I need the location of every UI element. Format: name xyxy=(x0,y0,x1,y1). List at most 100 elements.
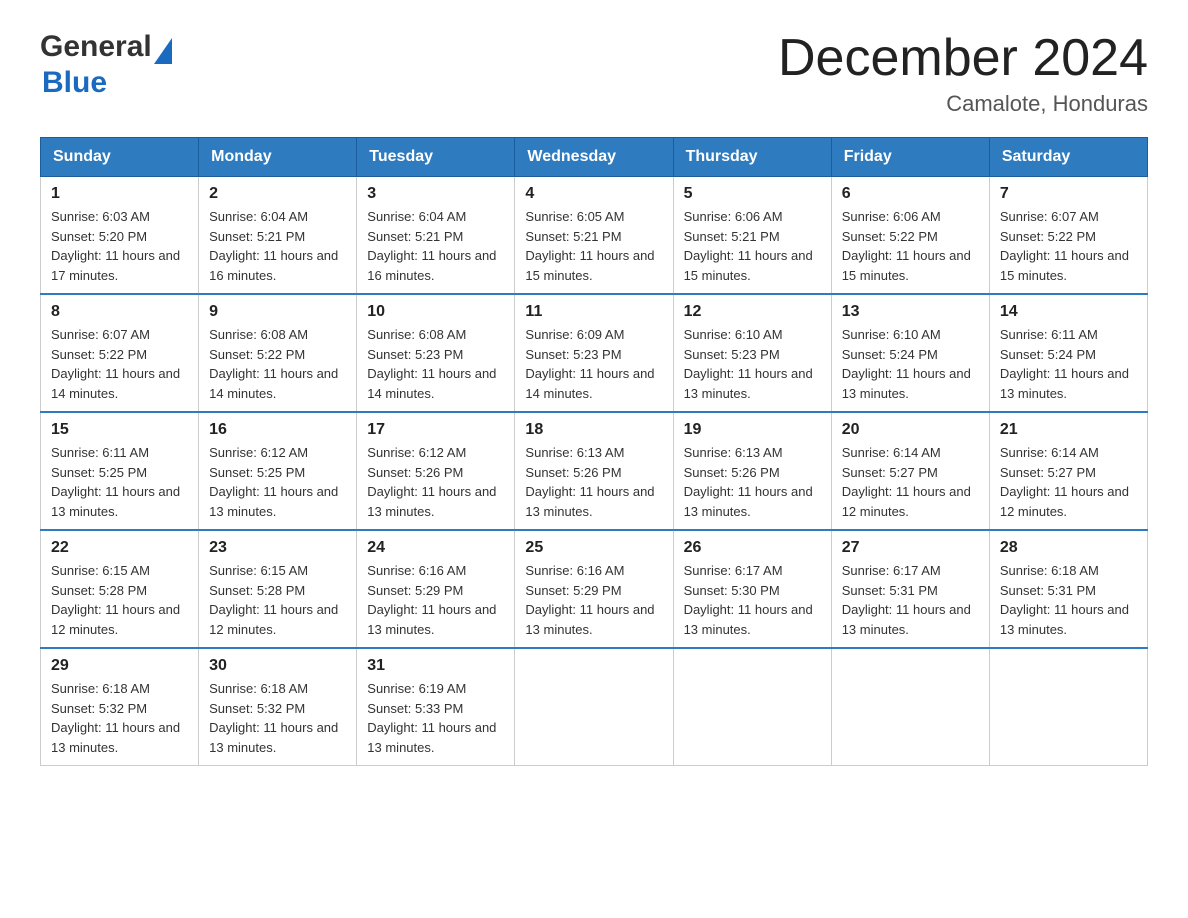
day-number: 31 xyxy=(367,657,504,675)
calendar-day-cell: 18 Sunrise: 6:13 AMSunset: 5:26 PMDaylig… xyxy=(515,412,673,530)
day-number: 13 xyxy=(842,303,979,321)
day-info: Sunrise: 6:05 AMSunset: 5:21 PMDaylight:… xyxy=(525,209,654,283)
day-info: Sunrise: 6:06 AMSunset: 5:22 PMDaylight:… xyxy=(842,209,971,283)
calendar-week-row: 15 Sunrise: 6:11 AMSunset: 5:25 PMDaylig… xyxy=(41,412,1148,530)
day-number: 3 xyxy=(367,185,504,203)
day-info: Sunrise: 6:17 AMSunset: 5:30 PMDaylight:… xyxy=(684,563,813,637)
day-info: Sunrise: 6:18 AMSunset: 5:31 PMDaylight:… xyxy=(1000,563,1129,637)
calendar-day-cell: 27 Sunrise: 6:17 AMSunset: 5:31 PMDaylig… xyxy=(831,530,989,648)
day-number: 5 xyxy=(684,185,821,203)
calendar-day-cell: 24 Sunrise: 6:16 AMSunset: 5:29 PMDaylig… xyxy=(357,530,515,648)
calendar-day-cell: 11 Sunrise: 6:09 AMSunset: 5:23 PMDaylig… xyxy=(515,294,673,412)
day-number: 24 xyxy=(367,539,504,557)
day-info: Sunrise: 6:18 AMSunset: 5:32 PMDaylight:… xyxy=(209,681,338,755)
calendar-day-cell: 6 Sunrise: 6:06 AMSunset: 5:22 PMDayligh… xyxy=(831,177,989,295)
calendar-day-cell: 15 Sunrise: 6:11 AMSunset: 5:25 PMDaylig… xyxy=(41,412,199,530)
day-number: 23 xyxy=(209,539,346,557)
calendar-day-cell: 30 Sunrise: 6:18 AMSunset: 5:32 PMDaylig… xyxy=(199,648,357,766)
day-info: Sunrise: 6:14 AMSunset: 5:27 PMDaylight:… xyxy=(1000,445,1129,519)
calendar-day-cell: 25 Sunrise: 6:16 AMSunset: 5:29 PMDaylig… xyxy=(515,530,673,648)
day-info: Sunrise: 6:13 AMSunset: 5:26 PMDaylight:… xyxy=(684,445,813,519)
weekday-header-thursday: Thursday xyxy=(673,138,831,177)
day-number: 16 xyxy=(209,421,346,439)
day-number: 30 xyxy=(209,657,346,675)
calendar-day-cell: 16 Sunrise: 6:12 AMSunset: 5:25 PMDaylig… xyxy=(199,412,357,530)
calendar-week-row: 1 Sunrise: 6:03 AMSunset: 5:20 PMDayligh… xyxy=(41,177,1148,295)
day-number: 14 xyxy=(1000,303,1137,321)
calendar-day-cell: 5 Sunrise: 6:06 AMSunset: 5:21 PMDayligh… xyxy=(673,177,831,295)
logo-general-text: General xyxy=(40,30,152,63)
day-number: 28 xyxy=(1000,539,1137,557)
day-number: 1 xyxy=(51,185,188,203)
day-number: 19 xyxy=(684,421,821,439)
calendar-day-cell: 19 Sunrise: 6:13 AMSunset: 5:26 PMDaylig… xyxy=(673,412,831,530)
calendar-week-row: 29 Sunrise: 6:18 AMSunset: 5:32 PMDaylig… xyxy=(41,648,1148,766)
day-number: 27 xyxy=(842,539,979,557)
calendar-day-cell: 2 Sunrise: 6:04 AMSunset: 5:21 PMDayligh… xyxy=(199,177,357,295)
calendar-day-cell: 14 Sunrise: 6:11 AMSunset: 5:24 PMDaylig… xyxy=(989,294,1147,412)
calendar-header-row: SundayMondayTuesdayWednesdayThursdayFrid… xyxy=(41,138,1148,177)
day-info: Sunrise: 6:04 AMSunset: 5:21 PMDaylight:… xyxy=(209,209,338,283)
calendar-day-cell: 1 Sunrise: 6:03 AMSunset: 5:20 PMDayligh… xyxy=(41,177,199,295)
calendar-day-cell xyxy=(673,648,831,766)
calendar-day-cell: 20 Sunrise: 6:14 AMSunset: 5:27 PMDaylig… xyxy=(831,412,989,530)
day-number: 26 xyxy=(684,539,821,557)
calendar-day-cell: 12 Sunrise: 6:10 AMSunset: 5:23 PMDaylig… xyxy=(673,294,831,412)
calendar-day-cell: 17 Sunrise: 6:12 AMSunset: 5:26 PMDaylig… xyxy=(357,412,515,530)
day-info: Sunrise: 6:15 AMSunset: 5:28 PMDaylight:… xyxy=(209,563,338,637)
day-info: Sunrise: 6:08 AMSunset: 5:23 PMDaylight:… xyxy=(367,327,496,401)
day-number: 11 xyxy=(525,303,662,321)
calendar-day-cell xyxy=(831,648,989,766)
calendar-title: December 2024 xyxy=(778,30,1148,87)
weekday-header-friday: Friday xyxy=(831,138,989,177)
day-number: 15 xyxy=(51,421,188,439)
calendar-subtitle: Camalote, Honduras xyxy=(778,91,1148,117)
calendar-day-cell: 4 Sunrise: 6:05 AMSunset: 5:21 PMDayligh… xyxy=(515,177,673,295)
calendar-day-cell: 9 Sunrise: 6:08 AMSunset: 5:22 PMDayligh… xyxy=(199,294,357,412)
title-section: December 2024 Camalote, Honduras xyxy=(778,30,1148,117)
calendar-day-cell: 31 Sunrise: 6:19 AMSunset: 5:33 PMDaylig… xyxy=(357,648,515,766)
weekday-header-sunday: Sunday xyxy=(41,138,199,177)
calendar-week-row: 8 Sunrise: 6:07 AMSunset: 5:22 PMDayligh… xyxy=(41,294,1148,412)
day-number: 8 xyxy=(51,303,188,321)
day-info: Sunrise: 6:16 AMSunset: 5:29 PMDaylight:… xyxy=(367,563,496,637)
day-number: 2 xyxy=(209,185,346,203)
weekday-header-monday: Monday xyxy=(199,138,357,177)
calendar-day-cell: 13 Sunrise: 6:10 AMSunset: 5:24 PMDaylig… xyxy=(831,294,989,412)
day-number: 22 xyxy=(51,539,188,557)
day-info: Sunrise: 6:03 AMSunset: 5:20 PMDaylight:… xyxy=(51,209,180,283)
day-info: Sunrise: 6:07 AMSunset: 5:22 PMDaylight:… xyxy=(51,327,180,401)
weekday-header-tuesday: Tuesday xyxy=(357,138,515,177)
calendar-day-cell xyxy=(989,648,1147,766)
day-info: Sunrise: 6:14 AMSunset: 5:27 PMDaylight:… xyxy=(842,445,971,519)
day-info: Sunrise: 6:11 AMSunset: 5:24 PMDaylight:… xyxy=(1000,327,1129,401)
day-number: 10 xyxy=(367,303,504,321)
day-number: 7 xyxy=(1000,185,1137,203)
logo-triangle-icon xyxy=(154,38,172,64)
day-number: 21 xyxy=(1000,421,1137,439)
day-info: Sunrise: 6:08 AMSunset: 5:22 PMDaylight:… xyxy=(209,327,338,401)
day-info: Sunrise: 6:07 AMSunset: 5:22 PMDaylight:… xyxy=(1000,209,1129,283)
day-number: 20 xyxy=(842,421,979,439)
day-info: Sunrise: 6:12 AMSunset: 5:25 PMDaylight:… xyxy=(209,445,338,519)
day-number: 12 xyxy=(684,303,821,321)
day-number: 9 xyxy=(209,303,346,321)
day-number: 29 xyxy=(51,657,188,675)
day-info: Sunrise: 6:10 AMSunset: 5:24 PMDaylight:… xyxy=(842,327,971,401)
calendar-day-cell: 21 Sunrise: 6:14 AMSunset: 5:27 PMDaylig… xyxy=(989,412,1147,530)
weekday-header-wednesday: Wednesday xyxy=(515,138,673,177)
weekday-header-saturday: Saturday xyxy=(989,138,1147,177)
calendar-day-cell: 23 Sunrise: 6:15 AMSunset: 5:28 PMDaylig… xyxy=(199,530,357,648)
calendar-day-cell: 10 Sunrise: 6:08 AMSunset: 5:23 PMDaylig… xyxy=(357,294,515,412)
day-info: Sunrise: 6:06 AMSunset: 5:21 PMDaylight:… xyxy=(684,209,813,283)
calendar-day-cell: 7 Sunrise: 6:07 AMSunset: 5:22 PMDayligh… xyxy=(989,177,1147,295)
calendar-day-cell: 22 Sunrise: 6:15 AMSunset: 5:28 PMDaylig… xyxy=(41,530,199,648)
page-header: General Blue December 2024 Camalote, Hon… xyxy=(40,30,1148,117)
day-info: Sunrise: 6:13 AMSunset: 5:26 PMDaylight:… xyxy=(525,445,654,519)
calendar-day-cell: 29 Sunrise: 6:18 AMSunset: 5:32 PMDaylig… xyxy=(41,648,199,766)
day-number: 18 xyxy=(525,421,662,439)
day-info: Sunrise: 6:18 AMSunset: 5:32 PMDaylight:… xyxy=(51,681,180,755)
day-info: Sunrise: 6:16 AMSunset: 5:29 PMDaylight:… xyxy=(525,563,654,637)
day-info: Sunrise: 6:04 AMSunset: 5:21 PMDaylight:… xyxy=(367,209,496,283)
day-info: Sunrise: 6:15 AMSunset: 5:28 PMDaylight:… xyxy=(51,563,180,637)
